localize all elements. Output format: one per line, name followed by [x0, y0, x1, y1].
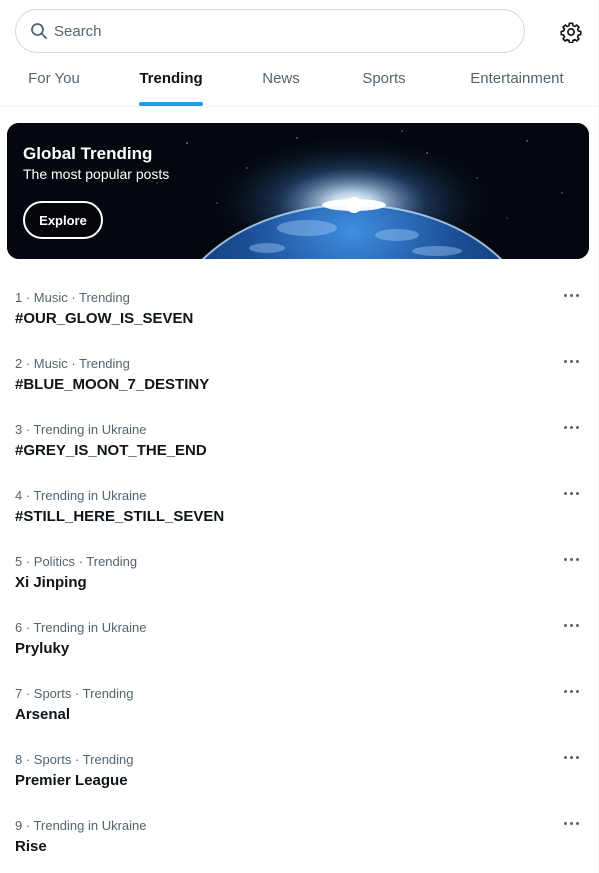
- trend-name: #BLUE_MOON_7_DESTINY: [15, 376, 210, 393]
- search-input[interactable]: [54, 16, 494, 46]
- more-options-icon[interactable]: [560, 814, 582, 834]
- trend-item[interactable]: 2 · Music · Trending #BLUE_MOON_7_DESTINY: [0, 356, 598, 422]
- more-options-icon[interactable]: [560, 550, 582, 570]
- trend-item[interactable]: 7 · Sports · Trending Arsenal: [0, 686, 598, 752]
- tab-news[interactable]: News: [252, 57, 310, 107]
- trend-meta: 3 · Trending in Ukraine: [15, 422, 147, 437]
- dot: [576, 294, 579, 297]
- tab-label: Trending: [139, 70, 203, 87]
- trend-meta: 2 · Music · Trending: [15, 356, 130, 371]
- trend-meta: 8 · Sports · Trending: [15, 752, 134, 767]
- dot: [564, 690, 567, 693]
- trend-item[interactable]: 9 · Trending in Ukraine Rise: [0, 818, 598, 873]
- trend-item[interactable]: 4 · Trending in Ukraine #STILL_HERE_STILL…: [0, 488, 598, 554]
- dot: [564, 426, 567, 429]
- banner-subtitle: The most popular posts: [23, 166, 170, 182]
- more-options-icon[interactable]: [560, 682, 582, 702]
- trend-meta: 9 · Trending in Ukraine: [15, 818, 147, 833]
- trend-name: #GREY_IS_NOT_THE_END: [15, 442, 207, 459]
- dot: [570, 492, 573, 495]
- more-options-icon[interactable]: [560, 748, 582, 768]
- trend-item[interactable]: 8 · Sports · Trending Premier League: [0, 752, 598, 818]
- dot: [570, 558, 573, 561]
- tab-bar: For You Trending News Sports Entertainme…: [0, 57, 598, 107]
- dot: [576, 558, 579, 561]
- trend-item[interactable]: 6 · Trending in Ukraine Pryluky: [0, 620, 598, 686]
- dot: [576, 360, 579, 363]
- dot: [570, 756, 573, 759]
- dot: [576, 822, 579, 825]
- dot: [564, 756, 567, 759]
- dot: [564, 492, 567, 495]
- dot: [564, 624, 567, 627]
- dot: [564, 294, 567, 297]
- trend-name: #STILL_HERE_STILL_SEVEN: [15, 508, 225, 525]
- more-options-icon[interactable]: [560, 484, 582, 504]
- tab-label: News: [262, 70, 300, 87]
- dot: [564, 360, 567, 363]
- more-options-icon[interactable]: [560, 616, 582, 636]
- tab-label: Sports: [362, 70, 406, 87]
- header: For You Trending News Sports Entertainme…: [0, 0, 598, 107]
- explore-button[interactable]: Explore: [23, 201, 103, 239]
- trend-name: Pryluky: [15, 640, 70, 657]
- dot: [570, 624, 573, 627]
- trend-name: Rise: [15, 838, 47, 855]
- more-options-icon[interactable]: [560, 286, 582, 306]
- global-trending-banner[interactable]: Global Trending The most popular posts E…: [7, 123, 589, 259]
- dot: [576, 426, 579, 429]
- dot: [570, 690, 573, 693]
- trend-item[interactable]: 5 · Politics · Trending Xi Jinping: [0, 554, 598, 620]
- more-options-icon[interactable]: [560, 352, 582, 372]
- trend-name: Arsenal: [15, 706, 71, 723]
- dot: [564, 558, 567, 561]
- dot: [576, 756, 579, 759]
- tab-for-you[interactable]: For You: [15, 57, 93, 107]
- trend-meta: 5 · Politics · Trending: [15, 554, 138, 569]
- trend-meta: 4 · Trending in Ukraine: [15, 488, 147, 503]
- tab-label: Entertainment: [470, 70, 564, 87]
- dot: [570, 294, 573, 297]
- dot: [570, 426, 573, 429]
- dot: [576, 624, 579, 627]
- more-options-icon[interactable]: [560, 418, 582, 438]
- tab-label: For You: [28, 70, 80, 87]
- trend-meta: 1 · Music · Trending: [15, 290, 130, 305]
- banner-title: Global Trending: [23, 144, 153, 163]
- active-tab-indicator: [139, 102, 203, 106]
- search-icon: [30, 22, 48, 40]
- trend-name: Xi Jinping: [15, 574, 87, 591]
- trend-meta: 6 · Trending in Ukraine: [15, 620, 147, 635]
- dot: [570, 822, 573, 825]
- trend-item[interactable]: 1 · Music · Trending #OUR_GLOW_IS_SEVEN: [0, 290, 598, 356]
- trend-name: #OUR_GLOW_IS_SEVEN: [15, 310, 194, 327]
- trend-item[interactable]: 3 · Trending in Ukraine #GREY_IS_NOT_THE_…: [0, 422, 598, 488]
- dot: [564, 822, 567, 825]
- dot: [576, 690, 579, 693]
- dot: [570, 360, 573, 363]
- tab-sports[interactable]: Sports: [349, 57, 419, 107]
- tab-entertainment[interactable]: Entertainment: [460, 57, 574, 107]
- gear-icon[interactable]: [560, 21, 582, 44]
- dot: [576, 492, 579, 495]
- search-box[interactable]: [15, 9, 525, 53]
- trend-meta: 7 · Sports · Trending: [15, 686, 134, 701]
- tab-trending[interactable]: Trending: [131, 57, 211, 107]
- trend-name: Premier League: [15, 772, 128, 789]
